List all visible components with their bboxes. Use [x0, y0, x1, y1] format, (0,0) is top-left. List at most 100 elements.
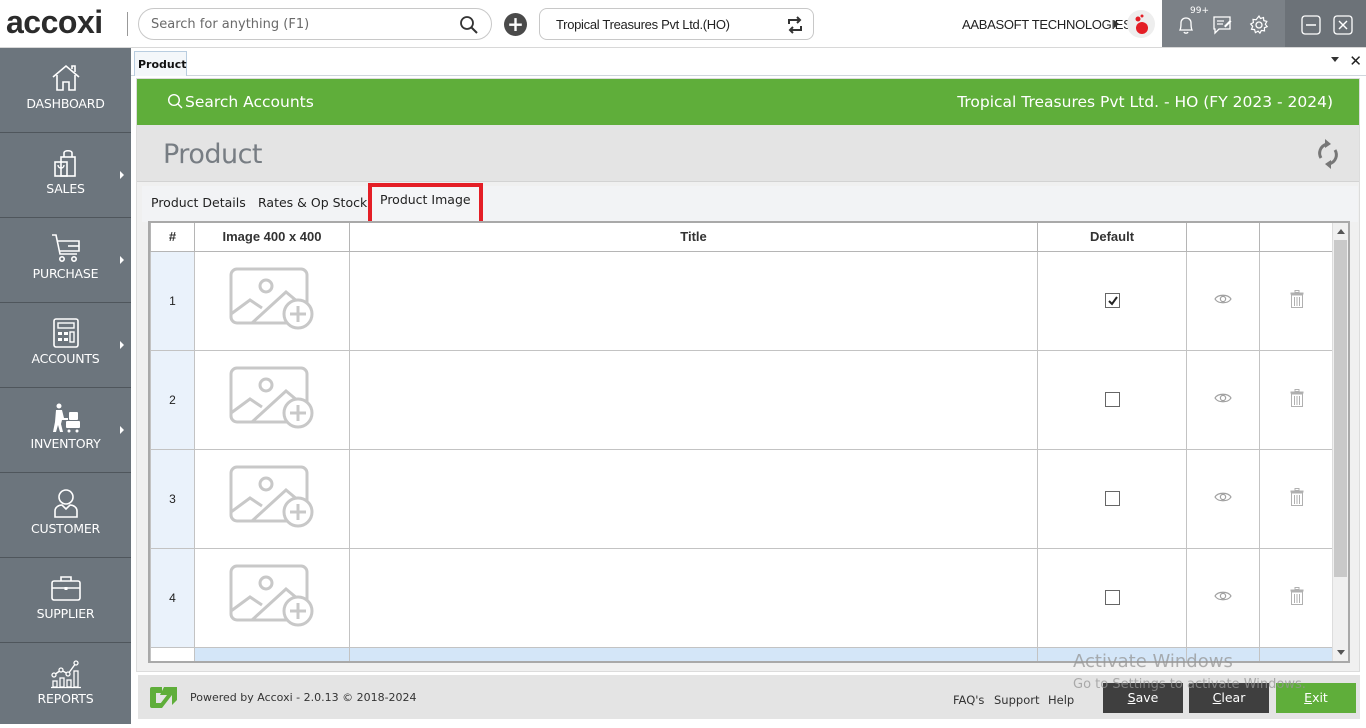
sidebar-item-label: REPORTS	[37, 691, 94, 706]
add-image-icon[interactable]	[228, 365, 316, 431]
scroll-down-arrow-icon[interactable]	[1337, 650, 1345, 655]
column-header-default: Default	[1037, 223, 1187, 252]
global-search-input[interactable]	[151, 14, 451, 34]
tab-list-dropdown-icon[interactable]	[1331, 57, 1339, 62]
shopping-bag-icon	[54, 149, 76, 177]
sidebar-item-inventory[interactable]: INVENTORY	[0, 388, 131, 473]
sidebar-item-sales[interactable]: SALES	[0, 133, 131, 218]
image-cell[interactable]	[194, 250, 350, 351]
close-tab-icon[interactable]: ✕	[1349, 52, 1362, 70]
scroll-up-arrow-icon[interactable]	[1337, 229, 1345, 234]
close-icon[interactable]	[1332, 14, 1354, 36]
briefcase-icon	[51, 576, 81, 601]
company-selector[interactable]: Tropical Treasures Pvt Ltd.(HO)	[539, 8, 814, 40]
help-link[interactable]: Help	[1048, 693, 1074, 707]
table-header-row: # Image 400 x 400 Title Default	[150, 223, 1335, 252]
sidebar-item-accounts[interactable]: ACCOUNTS	[0, 303, 131, 388]
delete-cell	[1259, 250, 1335, 351]
sidebar-item-label: INVENTORY	[30, 436, 101, 451]
page-title-bar: Product	[137, 125, 1359, 182]
logo-divider	[127, 12, 128, 36]
view-eye-icon[interactable]	[1214, 392, 1232, 404]
row-number: 4	[150, 547, 195, 648]
sidebar-item-dashboard[interactable]: DASHBOARD	[0, 48, 131, 133]
grid-scrollbar[interactable]	[1332, 223, 1348, 661]
title-cell[interactable]	[349, 250, 1038, 351]
bell-icon[interactable]	[1175, 14, 1197, 36]
column-header-image: Image 400 x 400	[194, 223, 350, 252]
notification-badge: 99+	[1190, 6, 1209, 16]
support-link[interactable]: Support	[994, 693, 1039, 707]
calculator-icon	[53, 318, 79, 348]
add-image-icon[interactable]	[228, 464, 316, 530]
sidebar-item-customer[interactable]: CUSTOMER	[0, 473, 131, 558]
add-image-icon[interactable]	[228, 266, 316, 332]
refresh-icon[interactable]	[1313, 137, 1343, 171]
chart-icon	[51, 660, 81, 689]
sidebar-item-purchase[interactable]: PURCHASE	[0, 218, 131, 303]
image-table: # Image 400 x 400 Title Default 1234	[150, 223, 1335, 661]
delete-trash-icon[interactable]	[1290, 389, 1304, 407]
title-cell[interactable]	[349, 547, 1038, 648]
submenu-arrow-icon	[120, 256, 124, 264]
view-cell	[1186, 448, 1260, 549]
search-accounts-link[interactable]: Search Accounts	[167, 93, 314, 111]
home-icon	[52, 64, 80, 91]
doc-tab-product[interactable]: Product	[134, 51, 187, 76]
sidebar-item-supplier[interactable]: SUPPLIER	[0, 558, 131, 643]
view-eye-icon[interactable]	[1214, 590, 1232, 602]
checkmark-icon	[1107, 296, 1118, 306]
delete-trash-icon[interactable]	[1290, 290, 1304, 308]
avatar[interactable]	[1127, 10, 1155, 38]
sidebar-item-reports[interactable]: REPORTS	[0, 643, 131, 728]
submenu-arrow-icon	[120, 426, 124, 434]
message-icon[interactable]	[1212, 14, 1234, 36]
customer-icon	[54, 489, 78, 518]
view-eye-icon[interactable]	[1214, 293, 1232, 305]
view-cell	[1186, 547, 1260, 648]
column-header-view	[1186, 223, 1260, 252]
search-icon	[167, 93, 183, 109]
image-cell[interactable]	[194, 547, 350, 648]
scroll-thumb[interactable]	[1334, 240, 1347, 577]
column-header-title: Title	[349, 223, 1038, 252]
default-checkbox[interactable]	[1104, 293, 1120, 309]
company-selector-name: Tropical Treasures Pvt Ltd.(HO)	[556, 17, 730, 32]
row-number: 1	[150, 250, 195, 351]
view-eye-icon[interactable]	[1214, 491, 1232, 503]
new-row-cell[interactable]	[194, 646, 350, 661]
default-cell	[1037, 250, 1187, 351]
activate-windows-hint: Go to Settings to activate Windows.	[1073, 677, 1306, 692]
gear-icon[interactable]	[1248, 14, 1270, 36]
global-search[interactable]	[138, 8, 492, 40]
table-row: 4	[150, 547, 1335, 648]
swap-icon[interactable]	[785, 15, 805, 35]
table-row: 1	[150, 250, 1335, 351]
add-image-icon[interactable]	[228, 563, 316, 629]
user-menu-caret-icon[interactable]	[1114, 20, 1119, 28]
image-cell[interactable]	[194, 448, 350, 549]
product-tabs: Product Details Rates & Op Stock Product…	[142, 183, 1358, 225]
sidebar: DASHBOARD SALES PURCHASE ACCOUNTS INVENT…	[0, 48, 131, 724]
minimize-icon[interactable]	[1300, 14, 1322, 36]
faqs-link[interactable]: FAQ's	[953, 693, 984, 707]
delete-trash-icon[interactable]	[1290, 488, 1304, 506]
image-cell[interactable]	[194, 349, 350, 450]
search-icon[interactable]	[459, 15, 479, 35]
tab-rates-op-stock[interactable]: Rates & Op Stock	[258, 186, 367, 220]
default-checkbox[interactable]	[1104, 590, 1120, 606]
sidebar-item-label: CUSTOMER	[30, 521, 101, 536]
add-icon[interactable]: +	[504, 13, 527, 36]
new-row-cell[interactable]	[1259, 646, 1335, 661]
title-cell[interactable]	[349, 448, 1038, 549]
default-checkbox[interactable]	[1104, 491, 1120, 507]
delete-trash-icon[interactable]	[1290, 587, 1304, 605]
default-checkbox[interactable]	[1104, 392, 1120, 408]
new-row-cell[interactable]	[349, 646, 1038, 661]
tab-product-image[interactable]: Product Image	[368, 183, 483, 225]
tab-product-details[interactable]: Product Details	[151, 186, 246, 220]
user-name[interactable]: AABASOFT TECHNOLOGIES	[962, 17, 1132, 32]
activate-windows-watermark: Activate Windows	[1073, 651, 1233, 672]
view-cell	[1186, 250, 1260, 351]
title-cell[interactable]	[349, 349, 1038, 450]
